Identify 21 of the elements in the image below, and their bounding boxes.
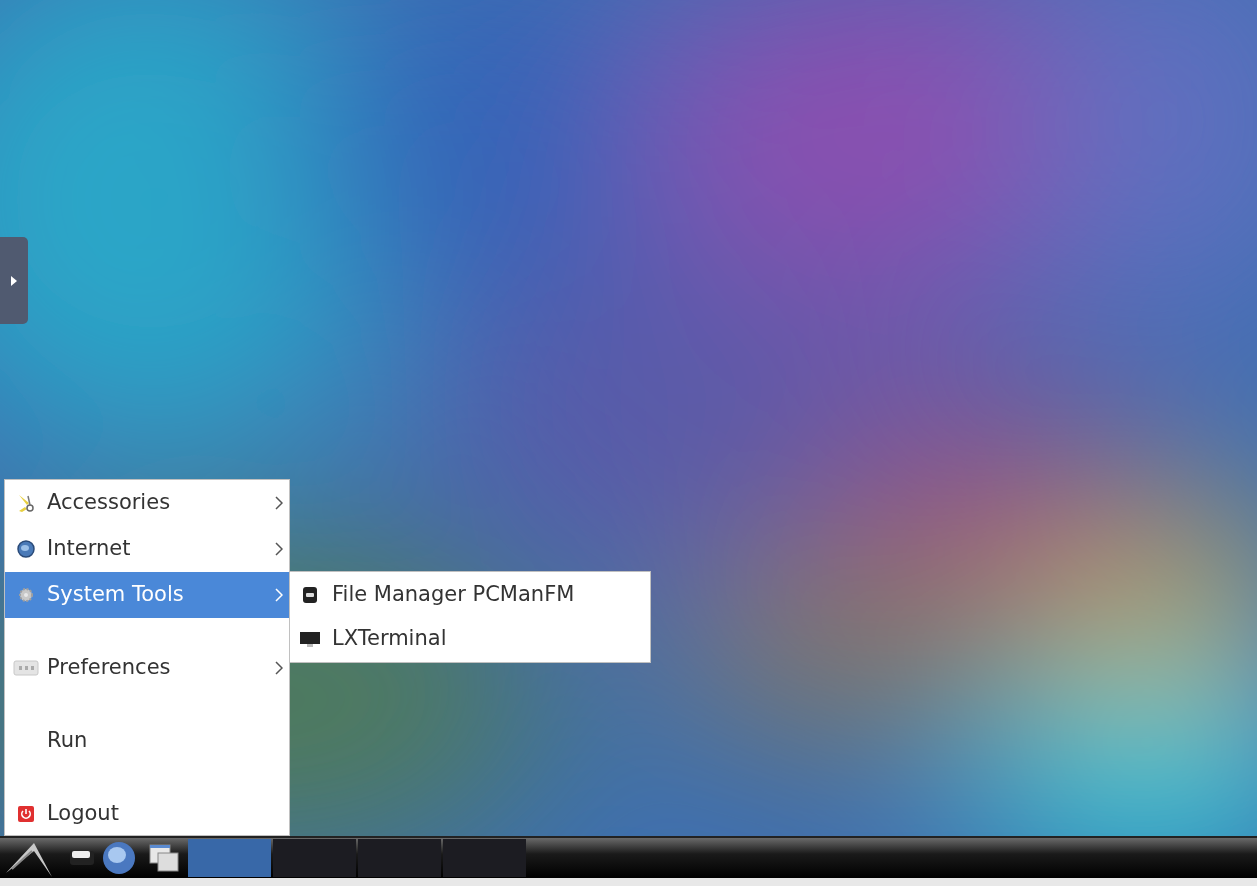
control-panel-icon — [13, 658, 39, 678]
drive-icon — [300, 585, 320, 605]
menu-item[interactable]: Run — [5, 718, 289, 764]
globe-icon — [16, 539, 36, 559]
gear-icon — [16, 585, 36, 605]
menu-item[interactable]: Logout — [5, 791, 289, 836]
workspace-button[interactable] — [358, 839, 441, 877]
menu-item[interactable]: Internet — [5, 526, 289, 572]
menu-item[interactable]: Preferences — [5, 645, 289, 691]
play-icon — [9, 274, 19, 287]
workspace-button[interactable] — [443, 839, 526, 877]
menu-item[interactable]: File Manager PCManFM — [290, 573, 650, 617]
menu-item[interactable]: System Tools — [5, 572, 289, 618]
power-icon — [16, 804, 36, 824]
monitor-icon — [299, 629, 321, 649]
scissors-icon — [16, 493, 36, 513]
menu-item[interactable]: Accessories — [5, 480, 289, 526]
workspace-button[interactable] — [273, 839, 356, 877]
side-panel-handle[interactable] — [0, 237, 28, 324]
menu-item[interactable]: LXTerminal — [290, 617, 650, 661]
globe-icon[interactable] — [100, 839, 138, 877]
